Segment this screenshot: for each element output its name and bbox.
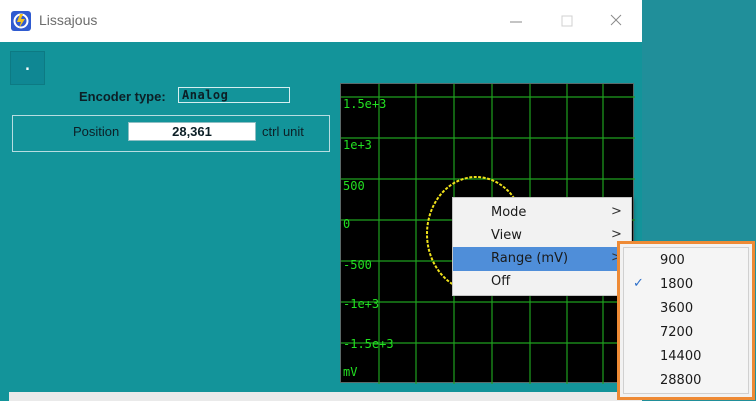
title-bar[interactable]: Lissajous [0,0,642,42]
y-tick-label: 1e+3 [343,138,372,152]
chevron-right-icon: > [611,204,622,219]
encoder-type-label: Encoder type: [79,89,166,104]
position-unit-label: ctrl unit [262,124,304,139]
menu-item-view[interactable]: View > [453,224,631,248]
y-tick-label: -500 [343,258,372,272]
range-option-label: 7200 [660,325,694,340]
range-option-label: 3600 [660,301,694,316]
y-tick-label: 1.5e+3 [343,97,387,111]
range-submenu-callout: 900 ✓ 1800 3600 7200 14400 28800 [617,241,755,400]
menu-item-range[interactable]: Range (mV) > [453,247,631,271]
minimize-icon[interactable] [496,8,536,34]
range-option-label: 900 [660,253,685,268]
range-option-label: 28800 [660,373,702,388]
chevron-right-icon: > [611,227,622,242]
range-option-1800[interactable]: ✓ 1800 [624,274,748,298]
y-unit-label: mV [343,365,358,379]
menu-item-label: Range (mV) [491,251,569,266]
maximize-icon[interactable] [547,8,587,34]
menu-item-off[interactable]: Off [453,270,631,294]
y-tick-label: 0 [343,217,351,231]
menu-item-mode[interactable]: Mode > [453,201,631,225]
range-option-28800[interactable]: 28800 [624,370,748,394]
range-submenu: 900 ✓ 1800 3600 7200 14400 28800 [623,247,749,394]
range-option-label: 14400 [660,349,702,364]
range-option-label: 1800 [660,277,694,292]
range-option-3600[interactable]: 3600 [624,298,748,322]
position-field[interactable]: 28,361 [128,122,256,141]
range-option-14400[interactable]: 14400 [624,346,748,370]
context-menu: Mode > View > Range (mV) > Off [452,197,632,296]
y-tick-label: -1.5e+3 [343,337,394,351]
encoder-type-value: Analog [178,87,290,103]
range-option-7200[interactable]: 7200 [624,322,748,346]
window-title: Lissajous [39,12,98,28]
menu-item-label: Mode [491,205,527,220]
range-option-900[interactable]: 900 [624,250,748,274]
checkmark-icon: ✓ [633,276,644,291]
menu-item-label: View [491,228,522,243]
close-icon[interactable] [596,8,636,34]
status-bar [9,392,642,401]
menu-item-label: Off [491,274,511,289]
position-label: Position [73,124,120,139]
app-icon [11,11,31,31]
dot-button[interactable]: . [10,51,45,85]
y-tick-label: 500 [343,179,365,193]
y-tick-label: -1e+3 [343,297,380,311]
